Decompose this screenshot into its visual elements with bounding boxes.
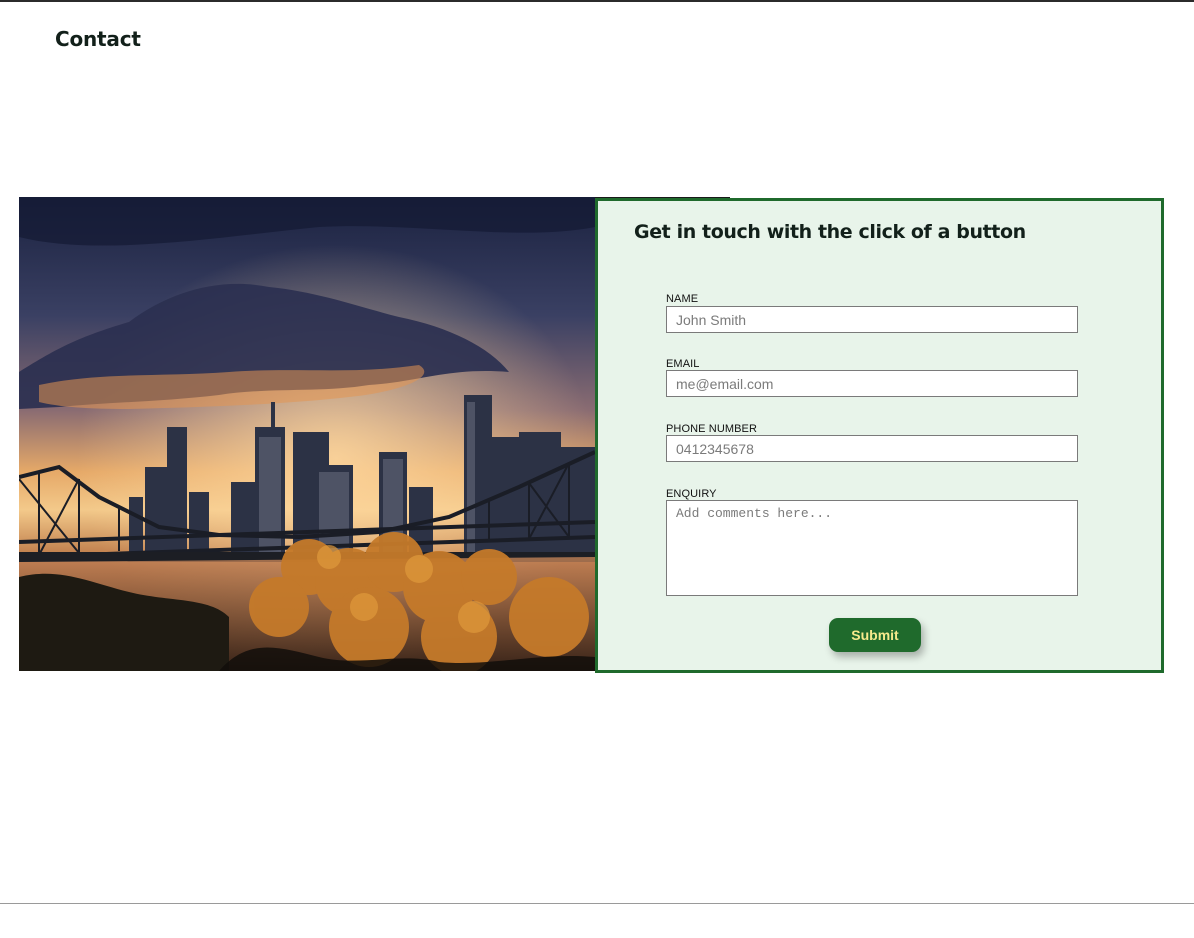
- footer-divider: [0, 903, 1194, 904]
- email-input[interactable]: [666, 370, 1078, 397]
- form-heading: Get in touch with the click of a button: [634, 221, 1026, 243]
- phone-input[interactable]: [666, 435, 1078, 462]
- email-label: EMAIL: [666, 358, 700, 370]
- hero-image: [19, 197, 595, 671]
- name-label: NAME: [666, 293, 699, 305]
- top-divider: [0, 0, 1194, 2]
- contact-form-panel: Get in touch with the click of a button …: [595, 198, 1164, 673]
- enquiry-label: ENQUIRY: [666, 488, 717, 500]
- name-input[interactable]: [666, 306, 1078, 333]
- enquiry-textarea[interactable]: [666, 500, 1078, 596]
- page-title: Contact: [55, 27, 141, 51]
- phone-label: PHONE NUMBER: [666, 423, 758, 435]
- submit-button[interactable]: Submit: [829, 618, 921, 652]
